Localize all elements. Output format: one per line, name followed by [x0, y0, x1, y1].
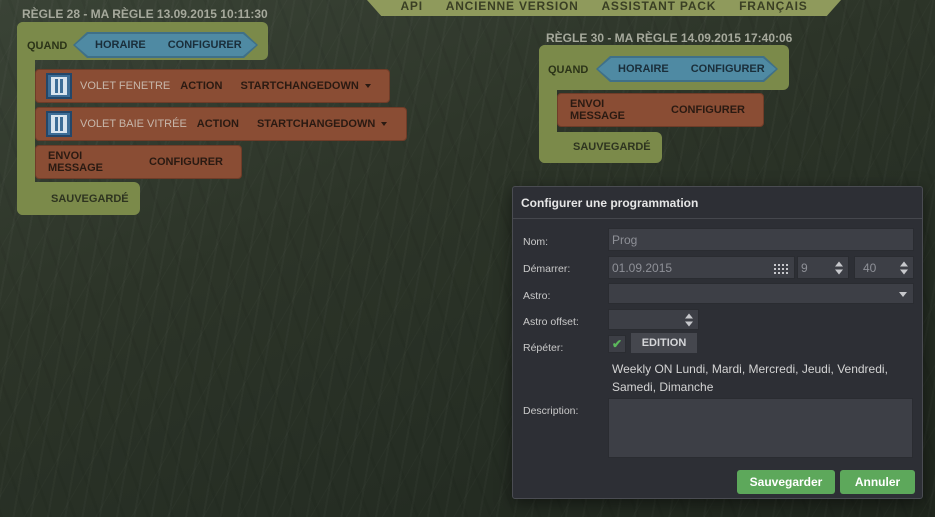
nav-item-assistant-pack[interactable]: ASSISTANT PACK — [601, 0, 716, 13]
start-hour-stepper[interactable]: 9 — [797, 256, 849, 279]
start-date-value: 01.09.2015 — [612, 260, 673, 275]
rule-28-condition-configure[interactable]: CONFIGURER — [168, 39, 242, 51]
rule-28-condition-type[interactable]: HORAIRE — [95, 39, 146, 51]
rule-28-action-message[interactable]: ENVOI MESSAGE CONFIGURER — [35, 145, 242, 179]
name-label: Nom: — [523, 236, 549, 248]
rule-28-saved-status: SAUVEGARDÉ — [51, 193, 129, 205]
shutter-icon — [46, 73, 72, 99]
shutter-icon — [46, 111, 72, 137]
description-label: Description: — [523, 405, 579, 417]
rule-30-condition-block[interactable]: HORAIRE CONFIGURER — [596, 56, 778, 82]
calendar-icon[interactable] — [774, 261, 788, 274]
start-date-input[interactable]: 01.09.2015 — [608, 256, 795, 279]
start-label: Démarrer: — [523, 263, 571, 275]
action-configure[interactable]: CONFIGURER — [671, 104, 745, 116]
nav-item-ancienne-version[interactable]: ANCIENNE VERSION — [446, 0, 579, 13]
astro-offset-stepper[interactable] — [608, 309, 699, 330]
start-minute-value: 40 — [863, 260, 877, 275]
action-value-dropdown[interactable]: STARTCHANGEDOWN — [240, 80, 370, 92]
repeat-checkbox[interactable]: ✔ — [608, 335, 626, 353]
rule-30-saved-status: SAUVEGARDÉ — [573, 141, 651, 153]
astro-label: Astro: — [523, 290, 551, 302]
repeat-label: Répéter: — [523, 342, 564, 354]
spinner-icon[interactable] — [835, 261, 843, 274]
chevron-down-icon — [899, 291, 907, 297]
cancel-button[interactable]: Annuler — [840, 470, 915, 494]
checkmark-icon: ✔ — [611, 337, 623, 351]
rule-30-condition-configure[interactable]: CONFIGURER — [691, 63, 765, 75]
action-device-name: VOLET FENETRE — [80, 80, 171, 92]
rule-28-action-2[interactable]: VOLET BAIE VITRÉE ACTION STARTCHANGEDOWN — [35, 107, 407, 141]
nav-item-api[interactable]: API — [400, 0, 422, 13]
rule-30-action-message[interactable]: ENVOI MESSAGE CONFIGURER — [557, 93, 764, 127]
name-input-value: Prog — [612, 232, 638, 247]
rule-28-action-1[interactable]: VOLET FENETRE ACTION STARTCHANGEDOWN — [35, 69, 390, 103]
spinner-icon[interactable] — [685, 313, 693, 326]
rule-28-when-label: QUAND — [27, 40, 68, 52]
action-device-name: VOLET BAIE VITRÉE — [80, 118, 187, 130]
action-configure[interactable]: CONFIGURER — [149, 156, 223, 168]
nav-item-language[interactable]: FRANÇAIS — [739, 0, 807, 13]
start-minute-stepper[interactable]: 40 — [854, 256, 914, 279]
start-hour-value: 9 — [801, 260, 808, 275]
rule-28-condition-block[interactable]: HORAIRE CONFIGURER — [73, 32, 258, 58]
repeat-summary: Weekly ON Lundi, Mardi, Mercredi, Jeudi,… — [612, 362, 888, 394]
save-button[interactable]: Sauvegarder — [737, 470, 835, 494]
rule-30-condition-type[interactable]: HORAIRE — [618, 63, 669, 75]
action-keyword[interactable]: ACTION — [197, 118, 239, 130]
schedule-dialog: Configurer une programmation Nom: Prog D… — [512, 186, 923, 499]
rule-28-title: RÈGLE 28 - MA RÈGLE 13.09.2015 10:11:30 — [22, 7, 268, 21]
rule-30-title: RÈGLE 30 - MA RÈGLE 14.09.2015 17:40:06 — [546, 31, 793, 45]
description-textarea[interactable] — [608, 398, 913, 458]
dialog-title: Configurer une programmation — [513, 187, 922, 219]
top-navigation: API ANCIENNE VERSION ASSISTANT PACK FRAN… — [367, 0, 841, 16]
action-send-message[interactable]: ENVOI MESSAGE — [570, 98, 657, 122]
action-send-message[interactable]: ENVOI MESSAGE — [48, 150, 135, 174]
action-value-dropdown[interactable]: STARTCHANGEDOWN — [257, 118, 387, 130]
rule-30-when-label: QUAND — [548, 64, 589, 76]
astro-offset-label: Astro offset: — [523, 316, 579, 328]
name-input[interactable]: Prog — [608, 228, 914, 251]
astro-select[interactable] — [608, 283, 914, 304]
spinner-icon[interactable] — [900, 261, 908, 274]
edit-repeat-button[interactable]: EDITION — [631, 333, 697, 353]
action-keyword[interactable]: ACTION — [180, 80, 222, 92]
